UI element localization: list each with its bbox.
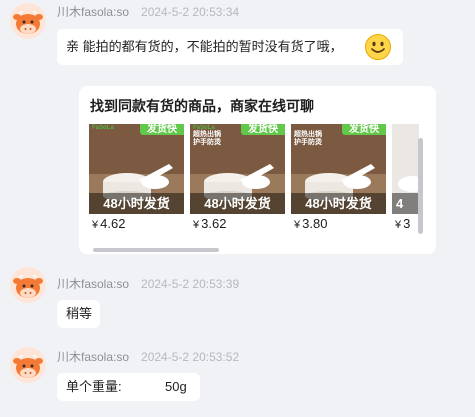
shipping-badge: 4 [392, 193, 419, 214]
weight-label: 单个重量: [66, 379, 122, 394]
cow-avatar-icon [10, 3, 46, 39]
currency-symbol: ¥ [294, 219, 301, 231]
message-timestamp: 2024-5-2 20:53:34 [141, 5, 240, 19]
recommendation-card: 找到同款有货的商品，商家在线可聊 FaSoLa 发货快 48小时发货 ¥4.62… [79, 86, 436, 254]
message-meta: 川木fasola:so 2024-5-2 20:53:52 [57, 350, 239, 364]
message-timestamp: 2024-5-2 20:53:52 [141, 350, 240, 364]
price-value: 3.62 [201, 216, 227, 231]
product-thumbnail: FaSoLa 发货快 48小时发货 [89, 124, 184, 214]
product-item[interactable]: FaSoLa 发货快 48小时发货 ¥4.62 [89, 124, 184, 231]
message-bubble: 亲 能拍的都有货的，不能拍的暂时没有货了哦， [57, 29, 403, 65]
currency-symbol: ¥ [92, 219, 99, 231]
avatar[interactable] [10, 3, 46, 39]
card-title: 找到同款有货的商品，商家在线可聊 [90, 98, 314, 114]
fast-shipping-tag: 发货快 [342, 124, 386, 135]
shipping-badge: 48小时发货 [89, 193, 184, 214]
smile-emoji-icon [364, 33, 392, 61]
currency-symbol: ¥ [193, 219, 200, 231]
fast-shipping-tag: 发货快 [241, 124, 285, 135]
message-bubble: 单个重量: 50g [57, 373, 200, 401]
message-meta: 川木fasola:so 2024-5-2 20:53:34 [57, 5, 239, 19]
horizontal-scrollbar[interactable] [93, 248, 219, 252]
product-price: ¥4.62 [92, 216, 125, 231]
currency-symbol: ¥ [395, 219, 402, 231]
product-thumbnail: 超热出锅 护手防烫 发货快 48小时发货 [291, 124, 386, 214]
message-meta: 川木fasola:so 2024-5-2 20:53:39 [57, 277, 239, 291]
product-item[interactable]: FaSoLa 超热出锅 护手防烫 发货快 48小时发货 ¥3.62 [190, 124, 285, 231]
shipping-badge: 48小时发货 [190, 193, 285, 214]
message-bubble: 稍等 [57, 300, 100, 328]
product-price: ¥3.62 [193, 216, 226, 231]
brand-text: FaSoLa [92, 125, 114, 131]
message-text: 亲 能拍的都有货的，不能拍的暂时没有货了哦， [66, 39, 343, 54]
weight-value: 50g [165, 379, 187, 394]
sender-name: 川木fasola:so [57, 350, 130, 364]
sender-name: 川木fasola:so [57, 277, 130, 291]
price-value: 3.80 [302, 216, 328, 231]
product-thumbnail: 4 [392, 124, 419, 214]
product-thumbnail: FaSoLa 超热出锅 护手防烫 发货快 48小时发货 [190, 124, 285, 214]
cow-avatar-icon [10, 347, 46, 383]
product-list: FaSoLa 发货快 48小时发货 ¥4.62 FaSoLa 超热出锅 护手防烫… [89, 124, 419, 231]
product-features: 超热出锅 护手防烫 [294, 131, 322, 146]
shipping-badge: 48小时发货 [291, 193, 386, 214]
sender-name: 川木fasola:so [57, 5, 130, 19]
product-item[interactable]: 超热出锅 护手防烫 发货快 48小时发货 ¥3.80 [291, 124, 386, 231]
product-price: ¥3 [395, 216, 410, 231]
message-text: 稍等 [66, 306, 93, 321]
message-timestamp: 2024-5-2 20:53:39 [141, 277, 240, 291]
product-price: ¥3.80 [294, 216, 327, 231]
price-value: 4.62 [100, 216, 126, 231]
fast-shipping-tag: 发货快 [140, 124, 184, 135]
cow-avatar-icon [10, 267, 46, 303]
avatar[interactable] [10, 347, 46, 383]
price-value: 3 [403, 216, 411, 231]
product-features: 超热出锅 护手防烫 [193, 131, 221, 146]
avatar[interactable] [10, 267, 46, 303]
product-item[interactable]: 4 ¥3 [392, 124, 419, 231]
vertical-scrollbar[interactable] [418, 138, 423, 234]
